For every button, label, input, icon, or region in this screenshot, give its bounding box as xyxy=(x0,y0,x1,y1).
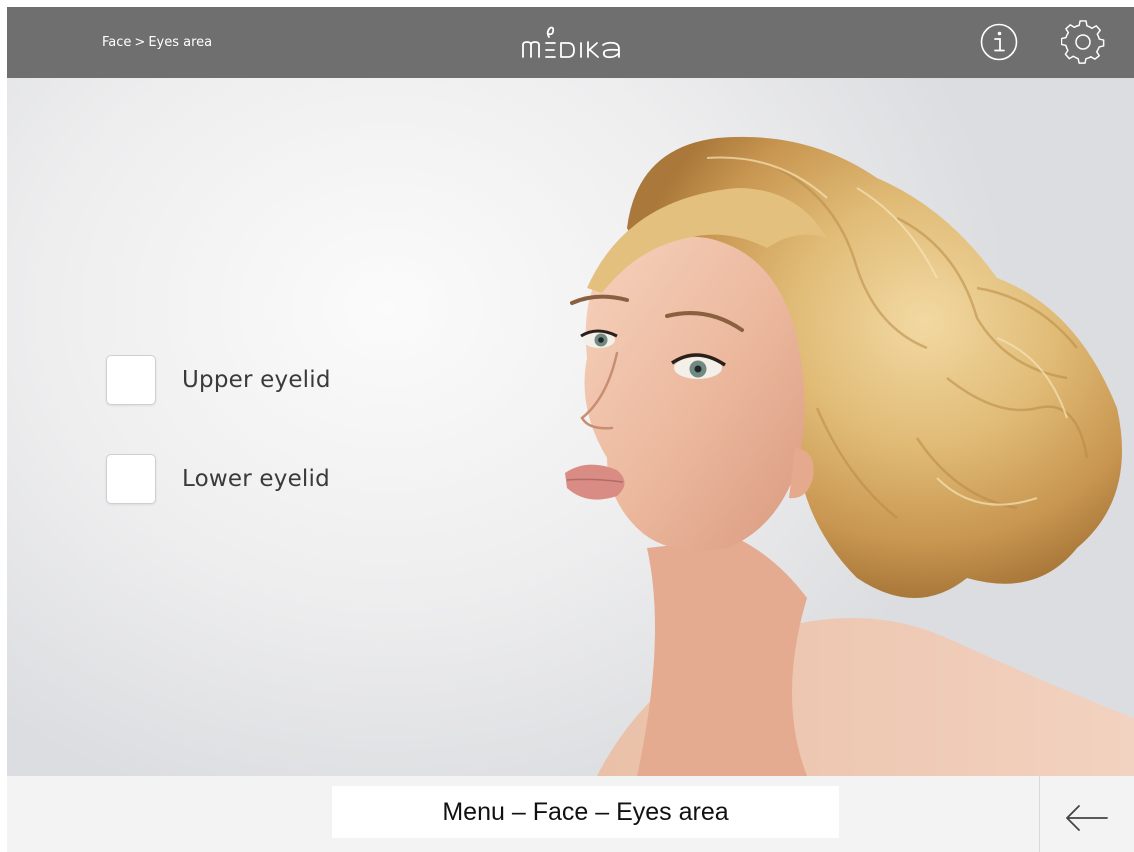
woman-portrait-image xyxy=(565,136,1134,776)
app-screen: Face > Eyes area Upper eyelid Lower eyel… xyxy=(7,7,1134,852)
breadcrumb-item-face[interactable]: Face xyxy=(102,35,131,50)
breadcrumb-item-eyes-area: Eyes area xyxy=(148,35,213,50)
breadcrumb-separator: > xyxy=(134,35,146,50)
info-icon[interactable] xyxy=(979,22,1019,62)
lower-eyelid-checkbox[interactable] xyxy=(106,454,156,504)
arrow-left-icon[interactable] xyxy=(1063,800,1111,836)
medika-logo xyxy=(522,26,620,59)
footer-divider xyxy=(1039,776,1040,852)
upper-eyelid-label: Upper eyelid xyxy=(182,367,331,393)
main-content: Upper eyelid Lower eyelid xyxy=(7,78,1134,776)
upper-eyelid-option[interactable]: Upper eyelid xyxy=(106,355,331,405)
breadcrumb: Face > Eyes area xyxy=(102,7,212,78)
upper-eyelid-checkbox[interactable] xyxy=(106,355,156,405)
lower-eyelid-option[interactable]: Lower eyelid xyxy=(106,454,330,504)
lower-eyelid-label: Lower eyelid xyxy=(182,466,330,492)
header-bar: Face > Eyes area xyxy=(7,7,1134,78)
screen-caption: Menu – Face – Eyes area xyxy=(332,786,839,838)
footer-bar: Menu – Face – Eyes area xyxy=(7,776,1134,852)
gear-icon[interactable] xyxy=(1061,20,1105,64)
